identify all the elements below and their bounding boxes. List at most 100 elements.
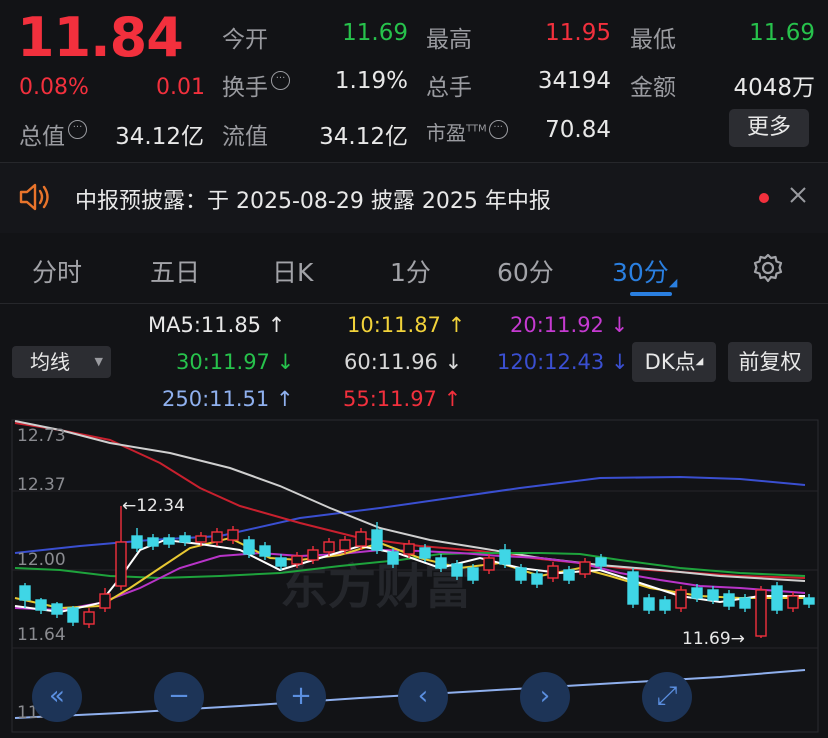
candle-body: [307, 549, 319, 561]
pe-label: 市盈TTM ···: [426, 117, 508, 146]
pe-value: 70.84: [545, 117, 611, 143]
candle-body: [387, 551, 399, 565]
candle-body: [99, 593, 111, 609]
y-tick: 12.73: [17, 426, 66, 446]
tab-intraday[interactable]: 分时: [32, 253, 82, 289]
low-value: 11.69: [749, 20, 815, 46]
candle-body: [35, 599, 47, 611]
amount-label: 金额: [630, 75, 676, 101]
candle-body: [371, 529, 383, 551]
turnover-label: 换手 ···: [222, 68, 290, 102]
candle-body: [195, 535, 207, 543]
volume-label: 总手: [426, 75, 472, 101]
candle-body: [403, 543, 415, 555]
candle-body: [227, 529, 239, 541]
y-tick: 12.00: [17, 550, 66, 570]
candle-body: [595, 557, 607, 567]
dropdown-corner-icon: ◢: [695, 356, 704, 367]
info-icon[interactable]: ···: [68, 120, 87, 139]
float-label: 流值: [222, 124, 268, 150]
ma55-legend: 55:11.97 ↑: [343, 387, 462, 411]
candle-body: [259, 545, 271, 557]
ma10-legend: 10:11.87 ↑: [347, 313, 466, 337]
info-icon[interactable]: ···: [488, 120, 508, 139]
adjust-button[interactable]: 前复权: [728, 342, 812, 382]
candle-body: [19, 585, 31, 601]
scroll-right-icon[interactable]: ›: [520, 672, 570, 722]
info-icon[interactable]: ···: [271, 71, 290, 90]
change-amount: 0.01: [156, 75, 205, 100]
candle-body: [451, 563, 463, 577]
candle-body: [723, 593, 735, 607]
low-marker: 11.69→: [682, 629, 745, 649]
candle-body: [579, 561, 591, 575]
low-label: 最低: [630, 27, 676, 53]
tab-30min[interactable]: 30分◢: [612, 253, 677, 289]
high-marker: ←12.34: [122, 496, 185, 516]
candle-body: [643, 597, 655, 611]
fullscreen-icon[interactable]: ⤢: [642, 672, 692, 722]
fast-back-icon[interactable]: «: [32, 672, 82, 722]
candle-body: [771, 585, 783, 611]
candle-body: [275, 557, 287, 567]
candle-body: [179, 535, 191, 543]
more-button[interactable]: 更多: [729, 109, 809, 147]
candle-body: [659, 599, 671, 611]
tab-1min[interactable]: 1分: [390, 253, 431, 289]
candle-body: [147, 537, 159, 547]
dk-point-button[interactable]: DK点◢: [632, 342, 716, 382]
scroll-left-icon[interactable]: ‹: [398, 672, 448, 722]
candle-body: [355, 531, 367, 547]
ma250-legend: 250:11.51 ↑: [162, 387, 294, 411]
ma30-legend: 30:11.97 ↓: [176, 350, 295, 374]
change-percent: 0.08%: [19, 75, 89, 100]
tab-60min[interactable]: 60分: [497, 253, 554, 289]
close-icon[interactable]: [788, 185, 808, 209]
y-tick: 12.37: [17, 475, 66, 495]
tab-daily-k[interactable]: 日K: [272, 253, 313, 289]
speaker-icon: [18, 182, 52, 216]
ma60-legend: 60:11.96 ↓: [344, 350, 463, 374]
candle-body: [323, 541, 335, 553]
candle-body: [707, 589, 719, 601]
candle-body: [755, 589, 767, 637]
float-value: 34.12亿: [319, 124, 408, 150]
candle-body: [787, 595, 799, 609]
candle-body: [419, 547, 431, 559]
notice-text: 中报预披露：于 2025-08-29 披露 2025 年中报: [75, 189, 551, 214]
open-label: 今开: [222, 27, 268, 53]
candle-body: [531, 573, 543, 585]
tab-five-day[interactable]: 五日: [150, 253, 200, 289]
tab-active-indicator: [630, 292, 672, 296]
candle-body: [739, 597, 751, 609]
candle-body: [467, 567, 479, 581]
settings-gear-icon[interactable]: [752, 252, 784, 288]
indicator-select[interactable]: 均线 ▼: [12, 346, 111, 378]
chevron-down-icon: ▼: [94, 355, 103, 368]
candle-body: [291, 555, 303, 565]
candle-body: [163, 537, 175, 545]
zoom-out-icon[interactable]: −: [154, 672, 204, 722]
candle-body: [115, 541, 127, 587]
notice-bar[interactable]: 中报预披露：于 2025-08-29 披露 2025 年中报: [0, 163, 828, 233]
candle-body: [691, 587, 703, 599]
candle-body: [563, 569, 575, 581]
candle-body: [131, 535, 143, 549]
candle-body: [67, 607, 79, 623]
ma120-legend: 120:12.43 ↓: [497, 350, 629, 374]
candle-body: [243, 539, 255, 555]
candle-body: [51, 603, 63, 615]
high-label: 最高: [426, 27, 472, 53]
ma5-legend: MA5:11.85 ↑: [148, 313, 286, 337]
mktcap-label: 总值 ···: [19, 117, 87, 151]
volume-value: 34194: [537, 68, 611, 94]
mktcap-value: 34.12亿: [115, 124, 204, 150]
candle-body: [803, 597, 815, 605]
turnover-value: 1.19%: [334, 68, 408, 94]
candle-body: [483, 557, 495, 571]
candle-body: [675, 589, 687, 609]
current-price: 11.84: [17, 6, 184, 69]
zoom-in-icon[interactable]: +: [276, 672, 326, 722]
candle-body: [339, 539, 351, 551]
candle-body: [83, 611, 95, 625]
